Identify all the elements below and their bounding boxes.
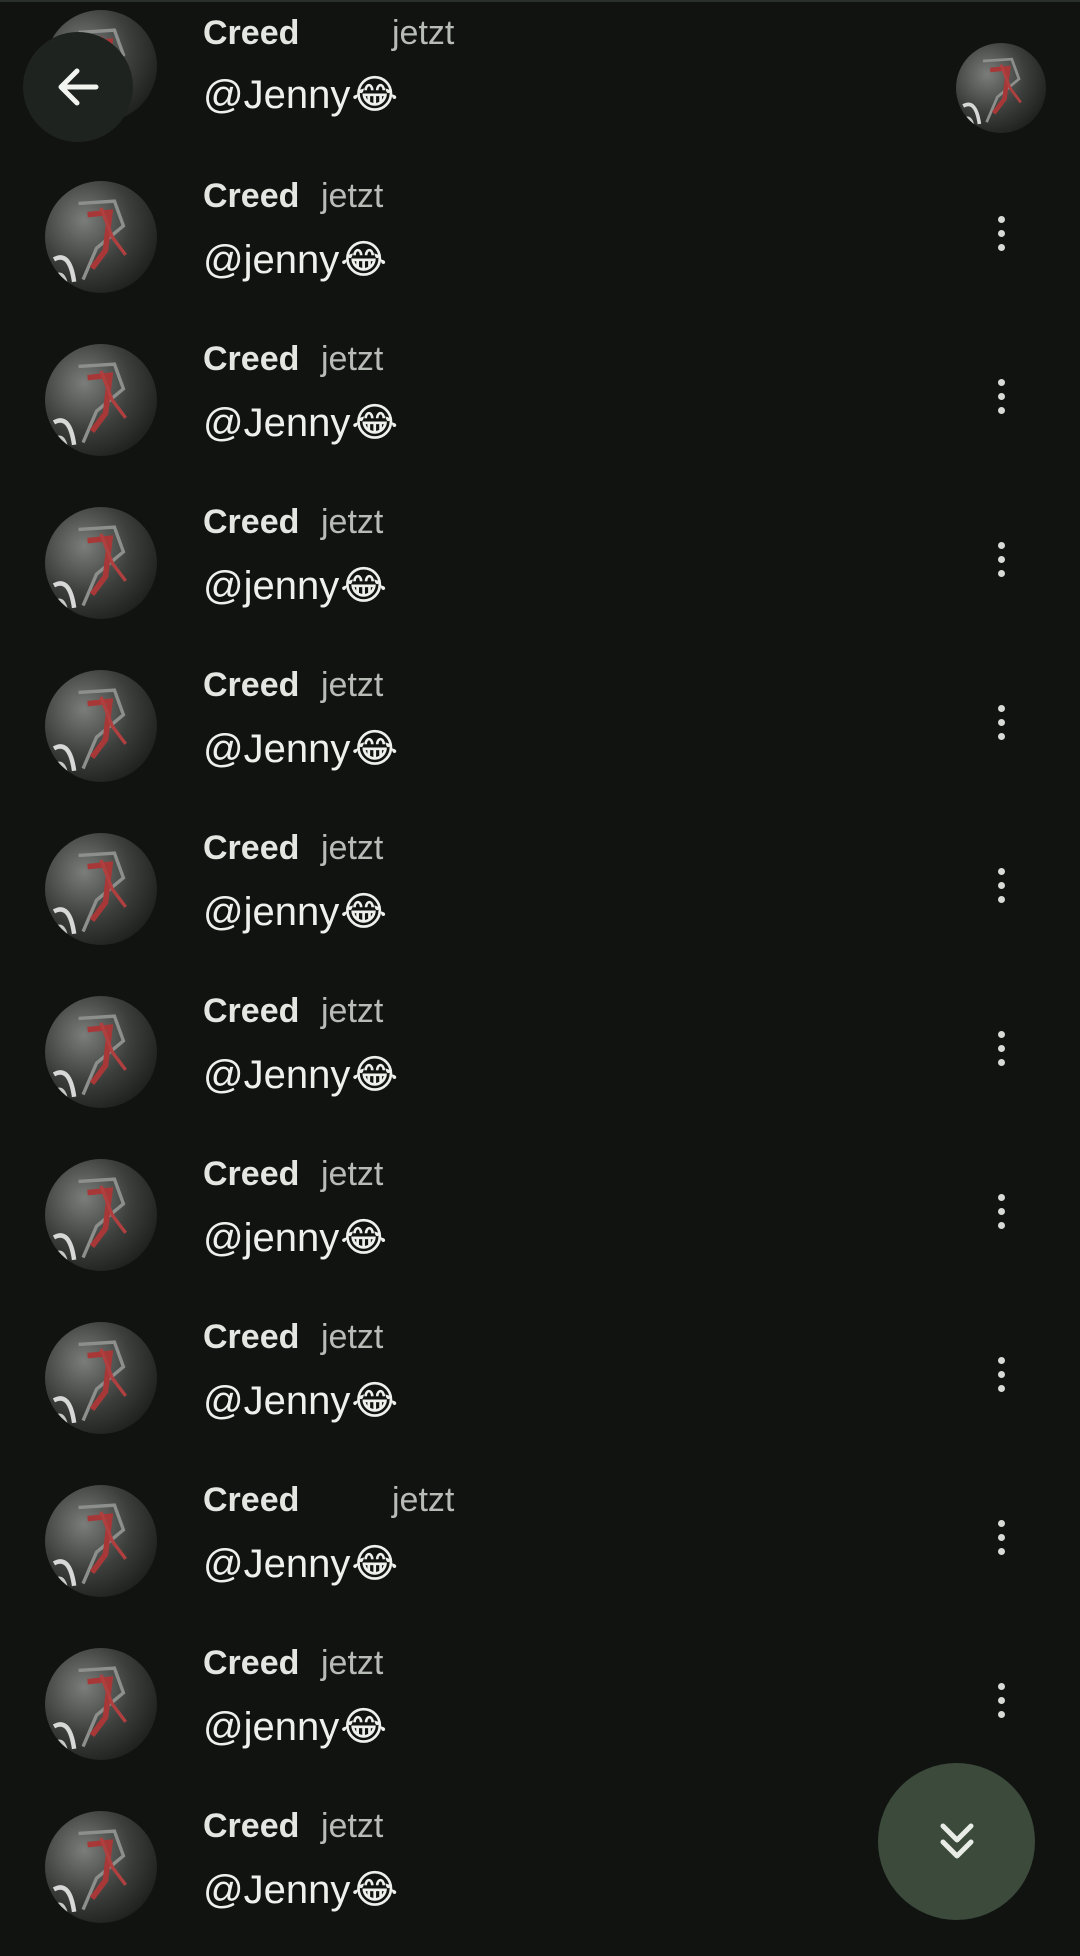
message-time: jetzt [321,1644,384,1682]
avatar[interactable] [45,1811,157,1923]
message-mention[interactable]: @Jenny [203,727,350,772]
laughing-emoji-icon: 😂 [351,1379,399,1423]
message-author: Creed [203,1318,300,1356]
message-text: @Jenny 😂 [203,1541,399,1587]
message-mention[interactable]: @Jenny [203,73,350,118]
avatar[interactable] [45,181,157,293]
message-time: jetzt [321,1318,384,1356]
more-options-icon[interactable] [975,1018,1027,1078]
message-mention[interactable]: @jenny [203,890,339,935]
message-time: jetzt [321,503,384,541]
laughing-emoji-icon: 😂 [340,890,387,934]
more-options-icon[interactable] [975,1670,1027,1730]
header-avatar[interactable] [956,43,1046,133]
message-item[interactable]: Creed jetzt @Jenny 😂 [0,1304,1080,1467]
more-options-icon[interactable] [975,1507,1027,1567]
message-text: @Jenny 😂 [203,1052,399,1098]
message-text: @Jenny 😂 [203,400,399,446]
more-options-icon[interactable] [975,203,1027,263]
more-options-icon[interactable] [975,366,1027,426]
message-item[interactable]: Creed jetzt @Jenny 😂 [0,652,1080,815]
arrow-left-icon [58,68,99,106]
laughing-emoji-icon: 😂 [340,564,387,608]
message-item[interactable]: Creed jetzt @jenny 😂 [0,163,1080,326]
avatar[interactable] [45,507,157,619]
laughing-emoji-icon: 😂 [351,401,399,445]
message-author: Creed [203,1807,300,1845]
message-author: Creed [203,992,300,1030]
avatar[interactable] [45,670,157,782]
avatar[interactable] [45,344,157,456]
message-author: Creed [203,14,300,52]
laughing-emoji-icon: 😂 [340,1216,387,1260]
message-mention[interactable]: @Jenny [203,401,350,446]
message-time: jetzt [392,1481,455,1519]
avatar[interactable] [45,1322,157,1434]
message-mention[interactable]: @jenny [203,238,339,283]
message-time: jetzt [321,1807,384,1845]
message-text: @jenny 😂 [203,889,387,935]
laughing-emoji-icon: 😂 [340,1705,387,1749]
message-author: Creed [203,503,300,541]
message-author: Creed [203,177,300,215]
message-author: Creed [203,829,300,867]
message-item[interactable]: Creed jetzt @Jenny 😂 [0,978,1080,1141]
avatar[interactable] [45,996,157,1108]
avatar[interactable] [45,1485,157,1597]
laughing-emoji-icon: 😂 [351,727,399,771]
laughing-emoji-icon: 😂 [340,238,387,282]
message-text: @jenny 😂 [203,563,387,609]
message-time: jetzt [321,992,384,1030]
message-mention[interactable]: @jenny [203,1216,339,1261]
message-item[interactable]: Creed jetzt @jenny 😂 [0,1141,1080,1304]
message-text: @Jenny 😂 [203,726,399,772]
double-chevron-down-icon [940,1823,973,1858]
avatar[interactable] [45,833,157,945]
message-mention[interactable]: @Jenny [203,1053,350,1098]
message-text: @Jenny 😂 [203,72,399,118]
message-mention[interactable]: @Jenny [203,1542,350,1587]
message-mention[interactable]: @jenny [203,1705,339,1750]
message-text: @jenny 😂 [203,1215,387,1261]
more-options-icon[interactable] [975,1344,1027,1404]
message-text: @jenny 😂 [203,237,387,283]
message-item[interactable]: Creed jetzt @Jenny 😂 [0,0,1080,163]
message-text: @jenny 😂 [203,1704,387,1750]
message-time: jetzt [321,829,384,867]
message-author: Creed [203,340,300,378]
more-options-icon[interactable] [975,529,1027,589]
message-item[interactable]: Creed jetzt @jenny 😂 [0,1630,1080,1793]
message-mention[interactable]: @Jenny [203,1868,350,1913]
message-time: jetzt [321,177,384,215]
message-time: jetzt [321,340,384,378]
back-button[interactable] [23,32,133,142]
laughing-emoji-icon: 😂 [351,1542,399,1586]
message-item[interactable]: Creed jetzt @jenny 😂 [0,489,1080,652]
message-time: jetzt [392,14,455,52]
message-time: jetzt [321,666,384,704]
message-item[interactable]: Creed jetzt @Jenny 😂 [0,1467,1080,1630]
message-item[interactable]: Creed jetzt @jenny 😂 [0,815,1080,978]
more-options-icon[interactable] [975,692,1027,752]
message-mention[interactable]: @Jenny [203,1379,350,1424]
scroll-to-bottom-button[interactable] [878,1763,1035,1920]
laughing-emoji-icon: 😂 [351,73,399,117]
message-author: Creed [203,1155,300,1193]
message-author: Creed [203,666,300,704]
message-list[interactable]: Creed jetzt @Jenny 😂 Creed jetzt @jenny 😂 … [0,0,1080,1947]
message-author: Creed [203,1644,300,1682]
laughing-emoji-icon: 😂 [351,1868,399,1912]
message-mention[interactable]: @jenny [203,564,339,609]
message-author: Creed [203,1481,300,1519]
message-time: jetzt [321,1155,384,1193]
laughing-emoji-icon: 😂 [351,1053,399,1097]
message-item[interactable]: Creed jetzt @Jenny 😂 [0,326,1080,489]
more-options-icon[interactable] [975,1181,1027,1241]
avatar[interactable] [45,1648,157,1760]
more-options-icon[interactable] [975,855,1027,915]
message-text: @Jenny 😂 [203,1867,399,1913]
message-text: @Jenny 😂 [203,1378,399,1424]
avatar[interactable] [45,1159,157,1271]
